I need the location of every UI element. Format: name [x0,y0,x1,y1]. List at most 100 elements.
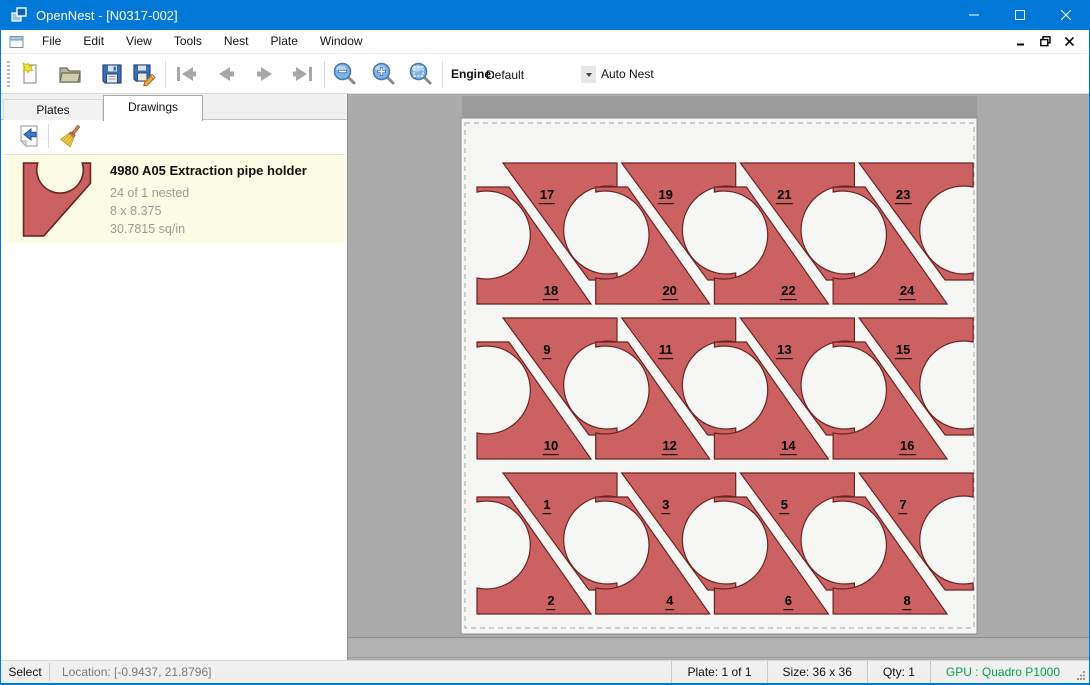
menu-tools[interactable]: Tools [163,30,213,53]
send-to-drawing-icon [16,123,42,149]
last-plate-button[interactable] [288,59,318,89]
part-number-22: 22 [780,284,796,300]
part-number-11: 11 [658,343,674,359]
new-button[interactable] [15,59,45,89]
part-thumbnail [20,162,96,244]
part-number-17: 17 [539,188,555,204]
tab-plates[interactable]: Plates [3,99,103,120]
left-panel: Plates Drawings [1,94,348,660]
part-number-12: 12 [661,439,677,455]
next-plate-button[interactable] [250,59,280,89]
part-number-7: 7 [898,498,907,514]
toolbar-separator [442,61,443,88]
toolbar-separator [324,61,325,88]
tab-drawings[interactable]: Drawings [103,95,203,121]
part-number-8: 8 [902,594,911,610]
app-icon [10,6,28,24]
part-number-15: 15 [895,343,911,359]
statusbar: Select Location: [-0.9437, 21.8796] Plat… [1,660,1089,683]
document-window-icon [9,34,25,50]
part-number-6: 6 [784,594,793,610]
menu-plate[interactable]: Plate [260,30,309,53]
status-mode: Select [1,661,49,683]
zoom-fit-button[interactable] [406,59,436,89]
status-spacer [223,661,671,683]
close-button[interactable] [1043,0,1089,30]
menu-view[interactable]: View [115,30,163,53]
status-cell: Plate: 1 of 1 [671,661,766,683]
mdi-minimize-button[interactable] [1009,32,1033,52]
minimize-button[interactable] [951,0,997,30]
part-number-2: 2 [546,594,555,610]
drawing-size: 8 x 8.375 [110,204,161,218]
part-number-5: 5 [780,498,789,514]
mdi-window-controls [1009,32,1081,52]
clean-icon [58,123,84,149]
drawing-nested-count: 24 of 1 nested [110,186,189,200]
drawing-list-item[interactable]: 4980 A05 Extraction pipe holder 24 of 1 … [4,154,345,243]
engine-dropdown-button[interactable] [581,66,596,83]
part-number-20: 20 [661,284,677,300]
plate-shadow [462,96,977,118]
part-number-18: 18 [543,284,559,300]
status-cell: Qty: 1 [867,661,930,683]
drawings-toolbar [1,120,347,152]
previous-plate-button[interactable] [211,59,241,89]
auto-nest-button[interactable]: Auto Nest [601,54,654,94]
mdi-close-button[interactable] [1057,32,1081,52]
main-toolbar: Engine: Default Auto Nest [1,53,1089,94]
toolbar-grip[interactable] [7,61,10,88]
maximize-button[interactable] [997,0,1043,30]
drawing-area: 30.7815 sq/in [110,222,185,236]
part-number-1: 1 [542,498,551,514]
main-area: Plates Drawings [1,94,1090,660]
part-number-13: 13 [776,343,792,359]
nest-canvas[interactable]: 171921231820222491113151012141613572468 [348,94,1090,660]
tabstrip: Plates Drawings [1,94,347,120]
drawing-title: 4980 A05 Extraction pipe holder [110,163,307,178]
zoom-out-icon [332,61,358,87]
part-number-14: 14 [780,439,796,455]
part-number-16: 16 [899,439,915,455]
zoom-fit-icon [408,61,434,87]
resize-grip[interactable] [1075,661,1089,683]
open-folder-icon [57,61,83,87]
status-right-cells: Plate: 1 of 1Size: 36 x 36Qty: 1GPU : Qu… [671,661,1075,683]
save-as-button[interactable] [129,59,159,89]
toolbar-separator [165,61,166,88]
send-to-drawing-button[interactable] [15,122,43,150]
go-previous-icon [213,61,239,87]
window-title: OpenNest - [N0317-002] [36,8,951,23]
save-button[interactable] [97,59,127,89]
part-number-9: 9 [542,343,551,359]
menu-edit[interactable]: Edit [72,30,115,53]
engine-value: Default [484,68,581,82]
part-number-10: 10 [543,439,559,455]
open-button[interactable] [55,59,85,89]
mdi-restore-button[interactable] [1033,32,1057,52]
go-next-icon [252,61,278,87]
chevron-down-icon [586,73,592,77]
part-number-4: 4 [665,594,674,610]
menu-file[interactable]: File [31,30,72,53]
menu-items: FileEditViewToolsNestPlateWindow [31,30,1009,53]
zoom-out-button[interactable] [330,59,360,89]
save-icon [99,61,125,87]
clean-button[interactable] [57,122,85,150]
status-cell: GPU : Quadro P1000 [930,661,1075,683]
go-last-icon [290,61,316,87]
part-number-19: 19 [657,188,673,204]
save-as-icon [131,61,157,87]
engine-combobox[interactable]: Default [484,64,596,85]
menu-window[interactable]: Window [309,30,374,53]
menubar: FileEditViewToolsNestPlateWindow [1,30,1089,53]
part-number-24: 24 [899,284,915,300]
menu-nest[interactable]: Nest [213,30,260,53]
status-location: Location: [-0.9437, 21.8796] [50,661,223,683]
horizontal-scrollbar[interactable] [348,637,1090,658]
titlebar: OpenNest - [N0317-002] [1,0,1089,30]
zoom-in-button[interactable] [369,59,399,89]
zoom-in-icon [371,61,397,87]
first-plate-button[interactable] [171,59,201,89]
status-cell: Size: 36 x 36 [767,661,867,683]
